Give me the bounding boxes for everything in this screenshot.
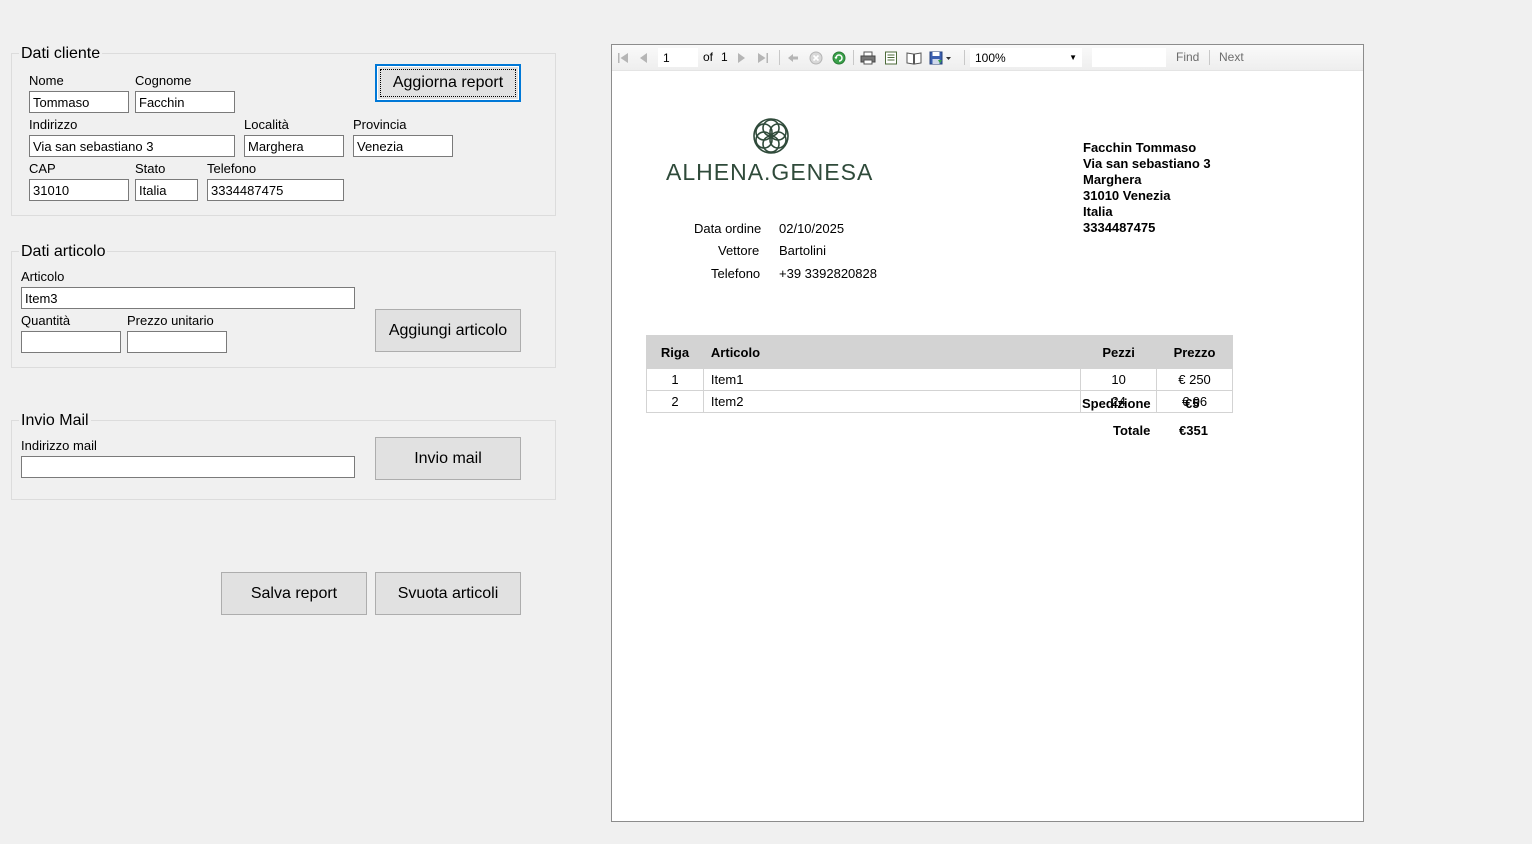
column-header: Pezzi xyxy=(1080,335,1158,369)
clear-articles-button[interactable]: Svuota articoli xyxy=(375,572,521,615)
recipient-phone: 3334487475 xyxy=(1083,220,1156,235)
provincia-field[interactable] xyxy=(353,135,453,157)
localita-field[interactable] xyxy=(244,135,344,157)
column-header: Prezzo xyxy=(1156,335,1233,369)
recipient-street: Via san sebastiano 3 xyxy=(1083,156,1211,171)
next-link[interactable]: Next xyxy=(1219,50,1244,65)
shipping-value: €5 xyxy=(1185,396,1200,411)
toolbar-separator xyxy=(1209,50,1210,65)
phone-label: Telefono xyxy=(711,266,761,281)
quantita-field[interactable] xyxy=(21,331,121,353)
cognome-field[interactable] xyxy=(135,91,235,113)
phone-value: +39 3392820828 xyxy=(779,266,877,281)
update-report-button[interactable]: Aggiorna report xyxy=(375,64,521,102)
last-page-icon[interactable] xyxy=(755,49,771,66)
report-page: ALHENA.GENESA Data ordine 02/10/2025 Vet… xyxy=(612,71,1363,821)
shipping-label: Spedizione xyxy=(1082,396,1151,411)
back-icon[interactable] xyxy=(785,49,801,66)
prezzo-label: Prezzo unitario xyxy=(127,313,214,328)
indirizzo-field[interactable] xyxy=(29,135,235,157)
mail-address-label: Indirizzo mail xyxy=(21,438,97,453)
nome-field[interactable] xyxy=(29,91,129,113)
toolbar-separator xyxy=(964,50,965,65)
table-cell: Item1 xyxy=(702,368,1082,391)
cap-field[interactable] xyxy=(29,179,129,201)
prezzo-field[interactable] xyxy=(127,331,227,353)
recipient-locality: Marghera xyxy=(1083,172,1142,187)
recipient-cap-city: 31010 Venezia xyxy=(1083,188,1171,203)
articolo-label: Articolo xyxy=(21,269,65,284)
stato-label: Stato xyxy=(135,161,166,176)
logo-text: ALHENA.GENESA xyxy=(666,159,874,185)
total-label: Totale xyxy=(1113,423,1151,438)
customer-group-title: Dati cliente xyxy=(19,45,103,63)
stato-field[interactable] xyxy=(135,179,198,201)
save-report-button[interactable]: Salva report xyxy=(221,572,367,615)
viewer-toolbar: of 1 100% ▼ xyxy=(612,45,1363,71)
toolbar-separator xyxy=(853,50,854,65)
chevron-down-icon: ▼ xyxy=(1069,53,1077,62)
localita-label: Località xyxy=(244,117,289,132)
of-label: of xyxy=(703,50,714,64)
stop-icon[interactable] xyxy=(808,49,824,66)
table-cell: 1 xyxy=(646,368,704,391)
zoom-value: 100% xyxy=(975,50,1006,65)
page-setup-icon[interactable] xyxy=(905,49,923,66)
next-page-icon[interactable] xyxy=(733,49,749,66)
recipient-name: Facchin Tommaso xyxy=(1083,140,1197,155)
table-cell: € 250 xyxy=(1156,368,1233,391)
export-icon[interactable] xyxy=(928,49,954,66)
logo-flower-icon xyxy=(753,118,789,154)
print-icon[interactable] xyxy=(859,49,877,66)
total-pages-label: 1 xyxy=(721,50,728,64)
column-header: Riga xyxy=(646,335,704,369)
find-link[interactable]: Find xyxy=(1176,50,1199,65)
order-date-value: 02/10/2025 xyxy=(779,221,845,236)
table-cell: 10 xyxy=(1080,368,1158,391)
column-header: Articolo xyxy=(702,335,1082,369)
recipient-country: Italia xyxy=(1083,204,1113,219)
carrier-label: Vettore xyxy=(718,243,760,258)
article-group-title: Dati articolo xyxy=(19,243,108,261)
table-row: 1 Item1 10 € 250 xyxy=(646,368,1233,391)
carrier-value: Bartolini xyxy=(779,243,826,258)
nome-label: Nome xyxy=(29,73,64,88)
mail-group-title: Invio Mail xyxy=(19,412,91,430)
cap-label: CAP xyxy=(29,161,56,176)
zoom-select[interactable]: 100% ▼ xyxy=(970,48,1082,67)
add-article-button[interactable]: Aggiungi articolo xyxy=(375,309,521,352)
order-date-label: Data ordine xyxy=(694,221,762,236)
table-header-row: Riga Articolo Pezzi Prezzo xyxy=(646,335,1233,369)
prev-page-icon[interactable] xyxy=(636,49,652,66)
refresh-icon[interactable] xyxy=(831,49,847,66)
telefono-field[interactable] xyxy=(207,179,344,201)
articolo-field[interactable] xyxy=(21,287,355,309)
table-cell: 2 xyxy=(646,390,704,413)
send-mail-button[interactable]: Invio mail xyxy=(375,437,521,480)
telefono-label: Telefono xyxy=(207,161,257,176)
find-input[interactable] xyxy=(1092,48,1166,67)
company-logo xyxy=(752,117,790,155)
total-value: €351 xyxy=(1179,423,1208,438)
print-layout-icon[interactable] xyxy=(882,49,900,66)
provincia-label: Provincia xyxy=(353,117,407,132)
toolbar-separator xyxy=(779,50,780,65)
table-cell: Item2 xyxy=(702,390,1082,413)
quantita-label: Quantità xyxy=(21,313,71,328)
page-number-input[interactable] xyxy=(658,48,698,67)
cognome-label: Cognome xyxy=(135,73,192,88)
mail-address-field[interactable] xyxy=(21,456,355,478)
first-page-icon[interactable] xyxy=(615,49,631,66)
indirizzo-label: Indirizzo xyxy=(29,117,78,132)
report-viewer[interactable]: of 1 100% ▼ xyxy=(611,44,1364,822)
